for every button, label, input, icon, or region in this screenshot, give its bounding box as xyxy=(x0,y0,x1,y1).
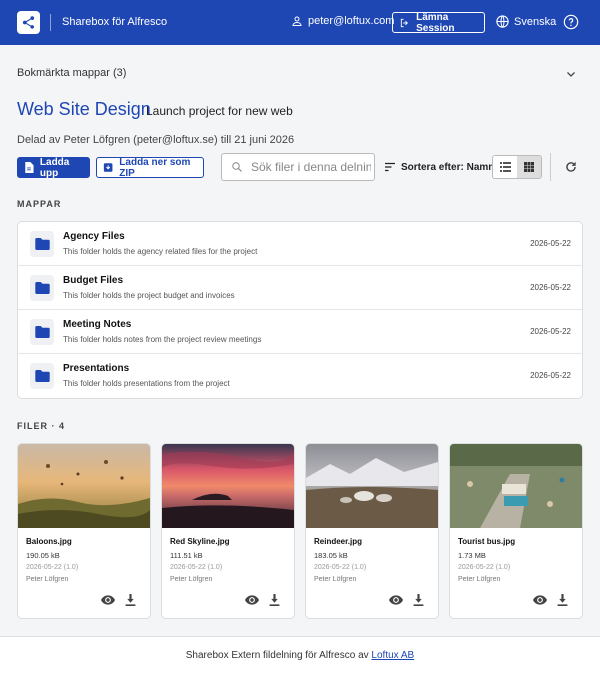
sort-selector[interactable]: Sortera efter: Namn xyxy=(401,162,494,173)
folder-icon xyxy=(30,275,54,301)
file-owner: Peter Löfgren xyxy=(314,576,357,583)
language-selector[interactable]: Svenska xyxy=(495,14,556,29)
folder-name: Presentations xyxy=(63,363,130,374)
file-card[interactable]: Reindeer.jpg 183.05 kB 2026-05-22 (1.0) … xyxy=(305,443,439,619)
folder-date: 2026-05-22 xyxy=(530,327,571,336)
chevron-down-icon[interactable] xyxy=(565,68,577,83)
search-icon xyxy=(232,162,242,172)
folder-name: Budget Files xyxy=(63,275,124,286)
folder-icon xyxy=(30,319,54,345)
file-grid: Baloons.jpg 190.05 kB 2026-05-22 (1.0) P… xyxy=(17,443,583,619)
file-owner: Peter Löfgren xyxy=(458,576,501,583)
folder-date: 2026-05-22 xyxy=(530,239,571,248)
file-date: 2026-05-22 (1.0) xyxy=(314,564,367,571)
folder-row[interactable]: Presentations This folder holds presenta… xyxy=(18,354,582,398)
folder-row[interactable]: Meeting Notes This folder holds notes fr… xyxy=(18,310,582,354)
folder-row[interactable]: Agency Files This folder holds the agenc… xyxy=(18,222,582,266)
share-logo-icon[interactable] xyxy=(17,11,40,34)
eye-icon[interactable] xyxy=(389,595,403,605)
folder-list: Agency Files This folder holds the agenc… xyxy=(17,221,583,399)
folder-icon xyxy=(30,231,54,257)
folders-section-label: MAPPAR xyxy=(17,199,62,209)
eye-icon[interactable] xyxy=(101,595,115,605)
footer-text: Sharebox Extern fildelning för Alfresco … xyxy=(185,650,372,661)
file-size: 190.05 kB xyxy=(26,551,60,560)
page-subtitle: Launch project for new web xyxy=(146,104,293,118)
logout-icon xyxy=(400,18,408,27)
file-date: 2026-05-22 (1.0) xyxy=(458,564,511,571)
file-thumbnail xyxy=(306,444,438,528)
file-owner: Peter Löfgren xyxy=(170,576,213,583)
brand-divider xyxy=(50,14,51,31)
grid-view-icon xyxy=(524,162,534,172)
files-section-label: FILER · 4 xyxy=(17,421,66,431)
page-footer: Sharebox Extern fildelning för Alfresco … xyxy=(0,636,600,674)
folder-name: Meeting Notes xyxy=(63,319,132,330)
download-zip-label: Ladda ner som ZIP xyxy=(119,156,191,179)
file-size: 111.51 kB xyxy=(170,551,203,560)
bookmarked-folders-toggle[interactable]: Bokmärkta mappar (3) xyxy=(17,67,126,79)
footer-link-loftux[interactable]: Loftux AB xyxy=(371,650,414,661)
download-icon[interactable] xyxy=(269,594,280,606)
brand-name: Sharebox för Alfresco xyxy=(62,16,168,28)
help-icon[interactable] xyxy=(563,14,579,33)
folder-row[interactable]: Budget Files This folder holds the proje… xyxy=(18,266,582,310)
folder-date: 2026-05-22 xyxy=(530,371,571,380)
file-card[interactable]: Baloons.jpg 190.05 kB 2026-05-22 (1.0) P… xyxy=(17,443,151,619)
search-box xyxy=(221,153,375,181)
download-zip-button[interactable]: Ladda ner som ZIP xyxy=(96,156,204,179)
download-icon[interactable] xyxy=(413,594,424,606)
leave-session-button[interactable]: Lämna Session xyxy=(392,11,485,34)
download-icon[interactable] xyxy=(125,594,136,606)
search-input[interactable] xyxy=(251,160,371,174)
file-name: Tourist bus.jpg xyxy=(458,537,516,546)
user-menu[interactable]: peter@loftux.com xyxy=(291,15,394,27)
file-card[interactable]: Red Skyline.jpg 111.51 kB 2026-05-22 (1.… xyxy=(161,443,295,619)
list-view-button[interactable] xyxy=(493,156,517,178)
page-title: Web Site Design xyxy=(17,99,151,119)
folder-icon xyxy=(30,363,54,389)
file-upload-icon xyxy=(25,162,34,173)
file-size: 183.05 kB xyxy=(314,551,348,560)
folder-description: This folder holds notes from the project… xyxy=(63,335,262,344)
leave-session-label: Lämna Session xyxy=(416,11,455,34)
upload-label: Ladda upp xyxy=(39,156,70,179)
user-email: peter@loftux.com xyxy=(308,15,395,27)
sort-prefix: Sortera efter: xyxy=(401,162,464,173)
folder-description: This folder holds the agency related fil… xyxy=(63,247,258,256)
folder-date: 2026-05-22 xyxy=(530,283,571,292)
app-header: Sharebox för Alfresco peter@loftux.com L… xyxy=(0,0,600,45)
eye-icon[interactable] xyxy=(533,595,547,605)
file-owner: Peter Löfgren xyxy=(26,576,69,583)
file-date: 2026-05-22 (1.0) xyxy=(26,564,79,571)
list-view-icon xyxy=(499,162,511,172)
toolbar-divider xyxy=(550,153,551,181)
file-size: 1.73 MB xyxy=(458,551,486,560)
file-name: Baloons.jpg xyxy=(26,537,72,546)
folder-description: This folder holds the project budget and… xyxy=(63,291,235,300)
file-thumbnail xyxy=(18,444,150,528)
refresh-icon[interactable] xyxy=(564,160,578,177)
shared-by-text: Delad av Peter Löfgren (peter@loftux.se)… xyxy=(17,134,295,146)
file-date: 2026-05-22 (1.0) xyxy=(170,564,223,571)
eye-icon[interactable] xyxy=(245,595,259,605)
language-label: Svenska xyxy=(514,15,557,28)
globe-icon xyxy=(496,15,509,28)
person-icon xyxy=(292,16,302,26)
download-icon[interactable] xyxy=(557,594,568,606)
folder-name: Agency Files xyxy=(63,231,125,242)
sort-value: Namn xyxy=(466,162,495,173)
file-card[interactable]: Tourist bus.jpg 1.73 MB 2026-05-22 (1.0)… xyxy=(449,443,583,619)
file-name: Reindeer.jpg xyxy=(314,537,363,546)
file-thumbnail xyxy=(162,444,294,528)
upload-button[interactable]: Ladda upp xyxy=(17,156,90,179)
folder-description: This folder holds presentations from the… xyxy=(63,379,230,388)
zip-download-icon xyxy=(103,163,113,172)
file-name: Red Skyline.jpg xyxy=(170,537,230,546)
grid-view-button[interactable] xyxy=(517,156,541,178)
file-thumbnail xyxy=(450,444,582,528)
view-toggle xyxy=(492,155,542,179)
sort-icon[interactable] xyxy=(384,161,396,175)
